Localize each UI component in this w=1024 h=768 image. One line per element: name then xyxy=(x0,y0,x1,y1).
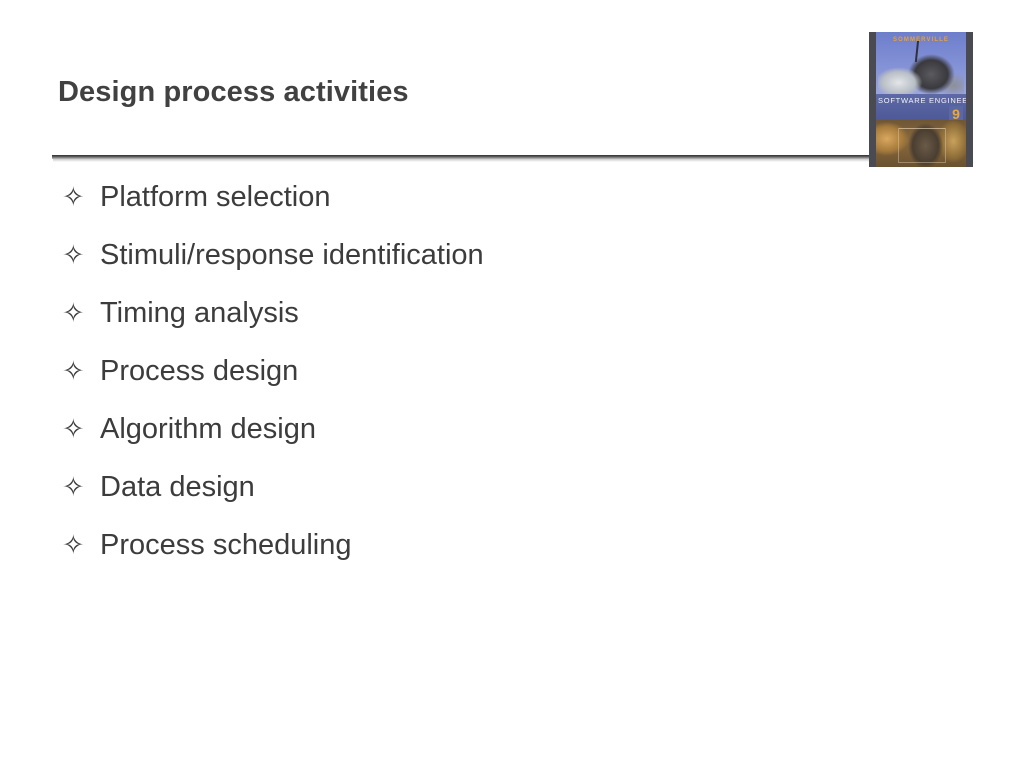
list-item: ✧ Stimuli/response identification xyxy=(62,241,852,299)
page-title: Design process activities xyxy=(58,76,409,108)
list-item-label: Data design xyxy=(100,471,255,503)
four-pointed-star-icon: ✧ xyxy=(62,240,85,270)
list-item: ✧ Process scheduling xyxy=(62,531,852,589)
presentation-slide: Design process activities ✧ Platform sel… xyxy=(0,0,1024,768)
title-divider-shadow xyxy=(53,159,873,162)
four-pointed-star-icon: ✧ xyxy=(62,472,85,502)
list-item: ✧ Platform selection xyxy=(62,183,852,241)
list-item-label: Platform selection xyxy=(100,181,331,213)
list-item: ✧ Algorithm design xyxy=(62,415,852,473)
book-author-label: SOMMERVILLE xyxy=(893,37,949,43)
four-pointed-star-icon: ✧ xyxy=(62,298,85,328)
list-item-label: Algorithm design xyxy=(100,413,316,445)
book-title-label: SOFTWARE ENGINEERING xyxy=(878,96,966,105)
four-pointed-star-icon: ✧ xyxy=(62,182,85,212)
four-pointed-star-icon: ✧ xyxy=(62,356,85,386)
book-cover-image: SOMMERVILLE SOFTWARE ENGINEERING 9 xyxy=(869,32,973,167)
cover-scaffold-detail xyxy=(898,128,946,163)
four-pointed-star-icon: ✧ xyxy=(62,414,85,444)
list-item-label: Timing analysis xyxy=(100,297,299,329)
list-item: ✧ Timing analysis xyxy=(62,299,852,357)
list-item-label: Stimuli/response identification xyxy=(100,239,484,271)
book-cover-artwork: SOMMERVILLE SOFTWARE ENGINEERING 9 xyxy=(876,32,966,167)
list-item-label: Process design xyxy=(100,355,299,387)
four-pointed-star-icon: ✧ xyxy=(62,530,85,560)
list-item: ✧ Data design xyxy=(62,473,852,531)
list-item-label: Process scheduling xyxy=(100,529,352,561)
bullet-list: ✧ Platform selection ✧ Stimuli/response … xyxy=(62,183,852,589)
cover-building-photo xyxy=(878,48,964,96)
list-item: ✧ Process design xyxy=(62,357,852,415)
